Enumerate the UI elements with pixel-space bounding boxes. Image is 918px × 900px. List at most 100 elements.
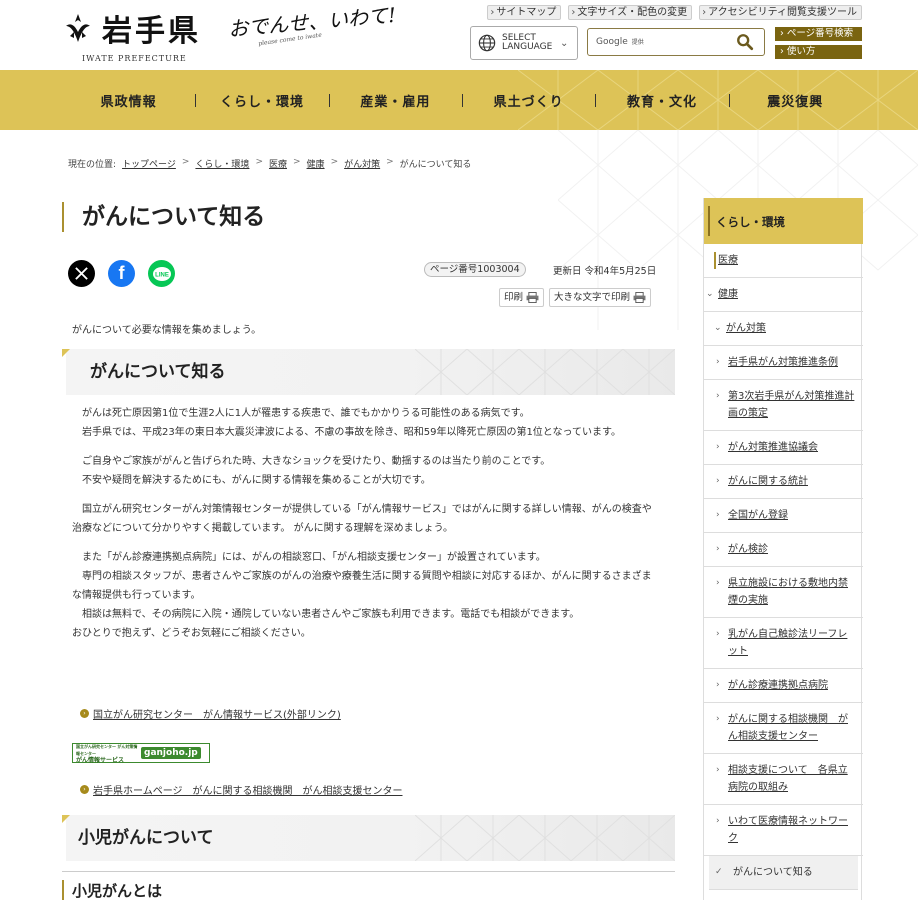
- section-heading: がんについて知る: [62, 349, 675, 395]
- chevron-right-icon: ›: [716, 544, 720, 554]
- nav-item-disaster-recovery[interactable]: 震災復興: [728, 91, 862, 110]
- sidebar-item-label[interactable]: いわて医療情報ネットワーク: [728, 816, 848, 844]
- arrow-bullet-icon: ›: [80, 785, 89, 794]
- paragraph: また「がん診療連携拠点病院」には、がんの相談窓口、「がん相談支援センター」が設置…: [72, 552, 652, 639]
- breadcrumb-label: 現在の位置:: [68, 160, 117, 170]
- sidebar-item-medical[interactable]: 医療: [704, 244, 863, 278]
- printer-icon: [526, 292, 539, 303]
- sidebar-item-label[interactable]: がん検診: [728, 544, 768, 555]
- sidebar-subitem[interactable]: › 第3次岩手県がん対策推進計画の策定: [704, 380, 863, 431]
- site-header: 岩手県 IWATE PREFECTURE おでんせ、いわて! please co…: [0, 0, 918, 70]
- sidebar-item-label[interactable]: がんに関する統計: [728, 476, 808, 487]
- accessibility-tool-link[interactable]: › アクセシビリティ閲覧支援ツール: [699, 5, 862, 20]
- site-search[interactable]: Google 提供: [587, 28, 765, 56]
- heading-bar: [62, 880, 64, 900]
- sidebar-item-label[interactable]: がんに関する相談機関 がん相談支援センター: [728, 714, 848, 742]
- page-number-search-button[interactable]: › ページ番号検索: [775, 27, 862, 41]
- chevron-right-icon: ›: [716, 680, 720, 690]
- language-select[interactable]: SELECT LANGUAGE ⌄: [470, 26, 578, 60]
- heading-corner-mark: [62, 349, 70, 357]
- breadcrumb-living[interactable]: くらし・環境: [195, 157, 249, 170]
- sidebar-subitem[interactable]: › 全国がん登録: [704, 499, 863, 533]
- facebook-share-icon[interactable]: f: [108, 260, 135, 287]
- arrow-right-icon: ›: [780, 46, 784, 57]
- sidebar-header[interactable]: くらし・環境: [704, 198, 863, 244]
- article-body: がんは死亡原因第1位で生涯2人に1人が罹患する疾患で、誰でもかかりうる可能性のあ…: [72, 404, 660, 653]
- breadcrumb-separator: >: [293, 157, 301, 167]
- chevron-down-icon: ⌄: [706, 289, 714, 299]
- chevron-down-icon: ⌄: [714, 323, 722, 333]
- sidebar-item-label[interactable]: 全国がん登録: [728, 510, 788, 521]
- paragraph: 国立がん研究センターがん対策情報センターが提供している「がん情報サービス」ではが…: [72, 504, 652, 534]
- prefecture-emblem-icon: [66, 14, 90, 42]
- lead-text: がんについて必要な情報を集めましょう。: [72, 325, 262, 336]
- ganjoho-link[interactable]: 国立がん研究センター がん情報サービス(外部リンク): [93, 706, 341, 721]
- howto-button[interactable]: › 使い方: [775, 45, 862, 59]
- sidebar-subitem[interactable]: › がんに関する相談機関 がん相談支援センター: [704, 703, 863, 754]
- sidebar-item-label[interactable]: 第3次岩手県がん対策推進計画の策定: [728, 391, 854, 419]
- sidebar-subitem[interactable]: › がん対策推進協議会: [704, 431, 863, 465]
- updated-date: 更新日 令和4年5月25日: [553, 266, 657, 277]
- chevron-right-icon: ›: [716, 510, 720, 520]
- subsection-heading-text: 小児がんとは: [72, 882, 163, 900]
- breadcrumb-separator: >: [386, 157, 394, 167]
- sidebar-item-label[interactable]: 健康: [718, 289, 738, 300]
- chevron-right-icon: ›: [716, 357, 720, 367]
- print-button[interactable]: 印刷: [499, 288, 545, 307]
- sidebar-item-health[interactable]: ⌄ 健康: [704, 278, 863, 312]
- chevron-right-icon: ›: [716, 578, 720, 588]
- sidebar-item-cancer[interactable]: ⌄ がん対策: [704, 312, 863, 346]
- sidebar-subitem[interactable]: › 県立施設における敷地内禁煙の実施: [704, 567, 863, 618]
- ganjoho-banner[interactable]: 国立がん研究センター がん対策情報センター がん情報サービス ganjoho.j…: [72, 743, 210, 764]
- heading-pattern: [415, 815, 675, 861]
- nav-item-infrastructure[interactable]: 県土づくり: [461, 91, 595, 110]
- breadcrumb-top[interactable]: トップページ: [122, 157, 176, 170]
- breadcrumb-health[interactable]: 健康: [307, 157, 325, 170]
- sidebar-subitem[interactable]: › がん検診: [704, 533, 863, 567]
- x-share-icon[interactable]: [68, 260, 95, 287]
- sidebar-item-label[interactable]: がん対策: [726, 323, 766, 334]
- search-icon[interactable]: [736, 33, 754, 51]
- breadcrumb-current: がんについて知る: [399, 160, 472, 170]
- printer-icon: [633, 292, 646, 303]
- breadcrumb-cancer[interactable]: がん対策: [344, 157, 380, 170]
- breadcrumb-medical[interactable]: 医療: [269, 157, 287, 170]
- sidebar-subitem[interactable]: › がん診療連携拠点病院: [704, 669, 863, 703]
- sidebar-item-label[interactable]: がん診療連携拠点病院: [728, 680, 828, 691]
- text-size-link[interactable]: › 文字サイズ・配色の変更: [568, 5, 693, 20]
- sidebar-subitem[interactable]: › 相談支援について 各県立病院の取組み: [704, 754, 863, 805]
- globe-icon: [478, 34, 496, 52]
- sidebar-item-label[interactable]: がん対策推進協議会: [728, 442, 818, 453]
- line-share-icon[interactable]: LINE: [148, 260, 175, 287]
- sidebar-subitem[interactable]: › 乳がん自己触診法リーフレット: [704, 618, 863, 669]
- heading-corner-mark: [62, 815, 70, 823]
- sidebar-item-label[interactable]: 県立施設における敷地内禁煙の実施: [728, 578, 848, 606]
- chevron-right-icon: ›: [716, 629, 720, 639]
- social-share: f LINE: [68, 260, 175, 287]
- logo-subtitle: IWATE PREFECTURE: [82, 54, 187, 63]
- nav-item-government[interactable]: 県政情報: [62, 91, 195, 110]
- external-link-item: › 岩手県ホームページ がんに関する相談機関 がん相談支援センター: [80, 782, 403, 797]
- sidebar-item-label[interactable]: 医療: [718, 255, 738, 266]
- sidebar-subitem[interactable]: › がんに関する統計: [704, 465, 863, 499]
- section-heading-text: 小児がんについて: [78, 828, 214, 848]
- sidebar-subitem[interactable]: › いわて医療情報ネットワーク: [704, 805, 863, 856]
- sidebar-subitem[interactable]: › 岩手県がん対策推進条例: [704, 346, 863, 380]
- sidebar-item-label[interactable]: 乳がん自己触診法リーフレット: [728, 629, 847, 657]
- arrow-right-icon: ›: [571, 7, 576, 18]
- breadcrumb-separator: >: [181, 157, 190, 167]
- page-title: がんについて知る: [62, 202, 265, 232]
- breadcrumb-separator: >: [255, 157, 263, 167]
- heading-bar: [714, 252, 716, 269]
- site-logo[interactable]: 岩手県: [62, 6, 201, 50]
- nav-item-living[interactable]: くらし・環境: [195, 91, 328, 110]
- sitemap-link[interactable]: › サイトマップ: [487, 5, 562, 20]
- sidebar-item-label[interactable]: 相談支援について 各県立病院の取組み: [728, 765, 848, 793]
- consultation-center-link[interactable]: 岩手県ホームページ がんに関する相談機関 がん相談支援センター: [93, 782, 403, 797]
- sidebar-item-label[interactable]: 岩手県がん対策推進条例: [728, 357, 838, 368]
- print-large-button[interactable]: 大きな文字で印刷: [549, 288, 652, 307]
- arrow-right-icon: ›: [780, 28, 784, 39]
- nav-item-industry[interactable]: 産業・雇用: [328, 91, 462, 110]
- nav-item-education[interactable]: 教育・文化: [595, 91, 728, 110]
- sidebar-item-current: ✓ がんについて知る: [709, 856, 858, 890]
